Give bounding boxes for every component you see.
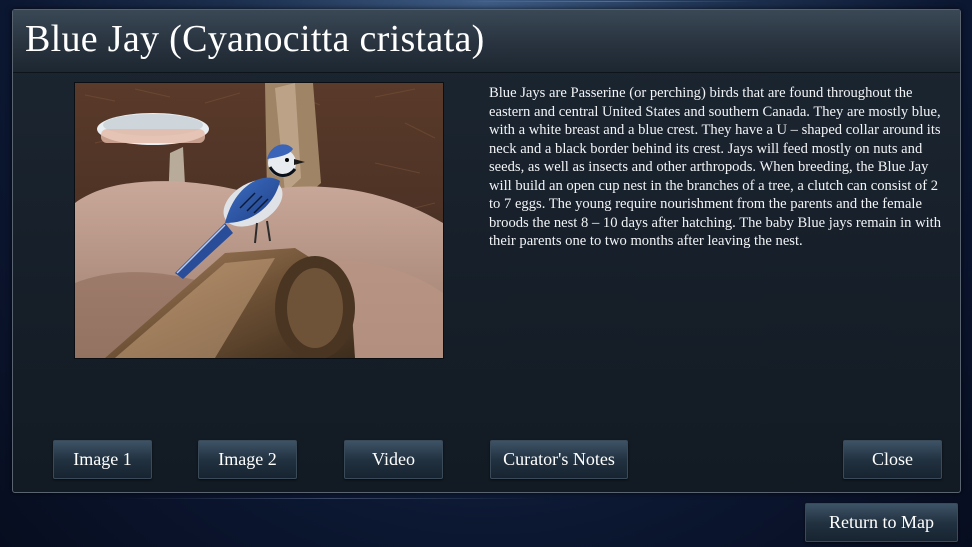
panel-title: Blue Jay (Cyanocitta cristata) xyxy=(25,18,485,60)
bird-photo xyxy=(74,82,444,359)
close-button[interactable]: Close xyxy=(843,440,942,479)
info-panel: Blue Jay (Cyanocitta cristata) Blue Jays… xyxy=(12,9,961,493)
video-button[interactable]: Video xyxy=(344,440,443,479)
background-streak xyxy=(120,498,540,499)
image-1-button[interactable]: Image 1 xyxy=(53,440,152,479)
background-streak xyxy=(460,1,760,2)
return-to-map-button[interactable]: Return to Map xyxy=(805,503,958,542)
image-2-button[interactable]: Image 2 xyxy=(198,440,297,479)
curators-notes-button[interactable]: Curator's Notes xyxy=(490,440,628,479)
title-bar: Blue Jay (Cyanocitta cristata) xyxy=(13,10,960,73)
species-description: Blue Jays are Passerine (or perching) bi… xyxy=(489,85,942,249)
